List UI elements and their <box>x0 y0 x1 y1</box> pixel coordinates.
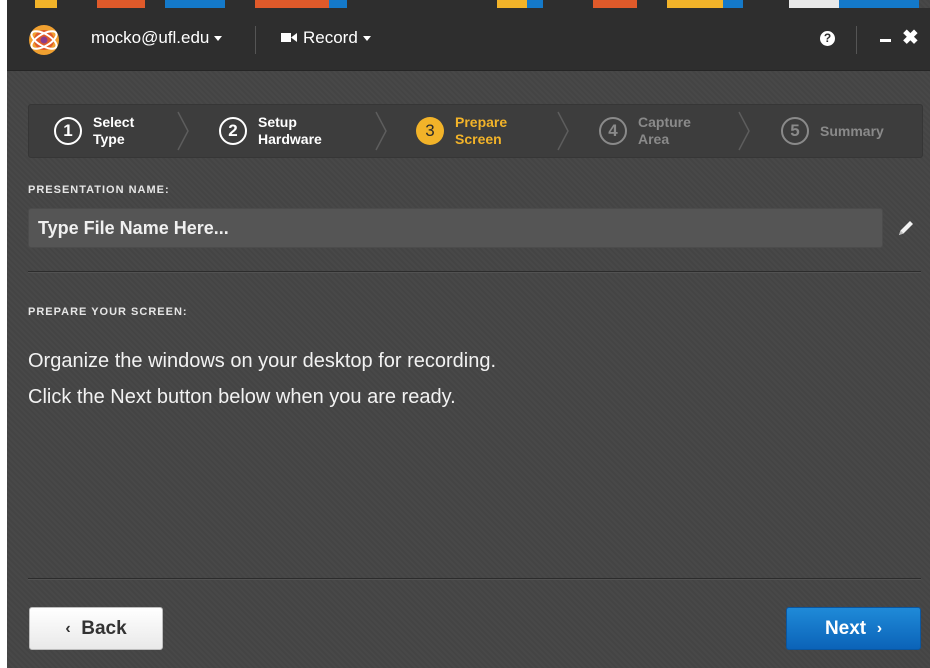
chevron-right-icon: › <box>876 619 883 637</box>
close-icon[interactable]: ✖ <box>902 28 919 48</box>
step-number: 2 <box>219 117 247 145</box>
step-capture-area[interactable]: 4 Capture Area <box>599 105 691 157</box>
step-summary[interactable]: 5 Summary <box>781 105 884 157</box>
step-prepare-screen[interactable]: 3 Prepare Screen <box>416 105 507 157</box>
step-select-type[interactable]: 1 Select Type <box>54 105 134 157</box>
color-strip <box>7 0 930 8</box>
chevron-down-icon <box>214 36 223 42</box>
step-chevron <box>177 111 189 151</box>
record-label: Record <box>303 28 358 47</box>
account-menu[interactable]: mocko@ufl.edu <box>91 28 223 48</box>
divider <box>255 26 256 54</box>
prepare-screen-label: PREPARE YOUR SCREEN: <box>28 306 188 318</box>
divider <box>28 578 921 580</box>
step-number: 5 <box>781 117 809 145</box>
recorder-window: mocko@ufl.edu Record ? ✖ 1 Select Type 2 … <box>7 0 930 668</box>
instruction-line-1: Organize the windows on your desktop for… <box>28 350 497 372</box>
step-label: Summary <box>820 122 884 139</box>
title-bar: mocko@ufl.edu Record ? ✖ <box>7 8 930 71</box>
next-button[interactable]: Next › <box>786 607 921 650</box>
step-label: Prepare Screen <box>455 114 508 147</box>
account-email: mocko@ufl.edu <box>91 28 210 47</box>
divider <box>856 26 857 54</box>
help-icon[interactable]: ? <box>820 31 835 46</box>
step-number: 4 <box>599 117 627 145</box>
presentation-name-input[interactable] <box>28 208 883 248</box>
minimize-icon[interactable] <box>880 39 891 42</box>
record-menu[interactable]: Record <box>281 28 371 48</box>
back-button[interactable]: ‹ Back <box>29 607 163 650</box>
next-label: Next <box>824 617 867 639</box>
step-chevron <box>557 111 569 151</box>
step-label: Capture Area <box>638 114 691 147</box>
app-logo-icon <box>29 25 59 55</box>
back-label: Back <box>81 617 127 639</box>
presentation-name-label: PRESENTATION NAME: <box>28 184 170 196</box>
chevron-down-icon <box>362 36 371 42</box>
step-number: 1 <box>54 117 82 145</box>
step-number: 3 <box>416 117 444 145</box>
step-chevron <box>738 111 750 151</box>
divider <box>28 271 921 273</box>
pencil-icon[interactable] <box>896 218 916 238</box>
step-setup-hardware[interactable]: 2 Setup Hardware <box>219 105 322 157</box>
step-label: Setup Hardware <box>258 114 322 147</box>
instruction-line-2: Click the Next button below when you are… <box>28 386 456 408</box>
chevron-left-icon: ‹ <box>65 619 71 637</box>
step-chevron <box>375 111 387 151</box>
video-camera-icon <box>281 33 297 43</box>
wizard-steps: 1 Select Type 2 Setup Hardware 3 Prepare Sc… <box>28 104 923 158</box>
step-label: Select Type <box>93 114 135 147</box>
